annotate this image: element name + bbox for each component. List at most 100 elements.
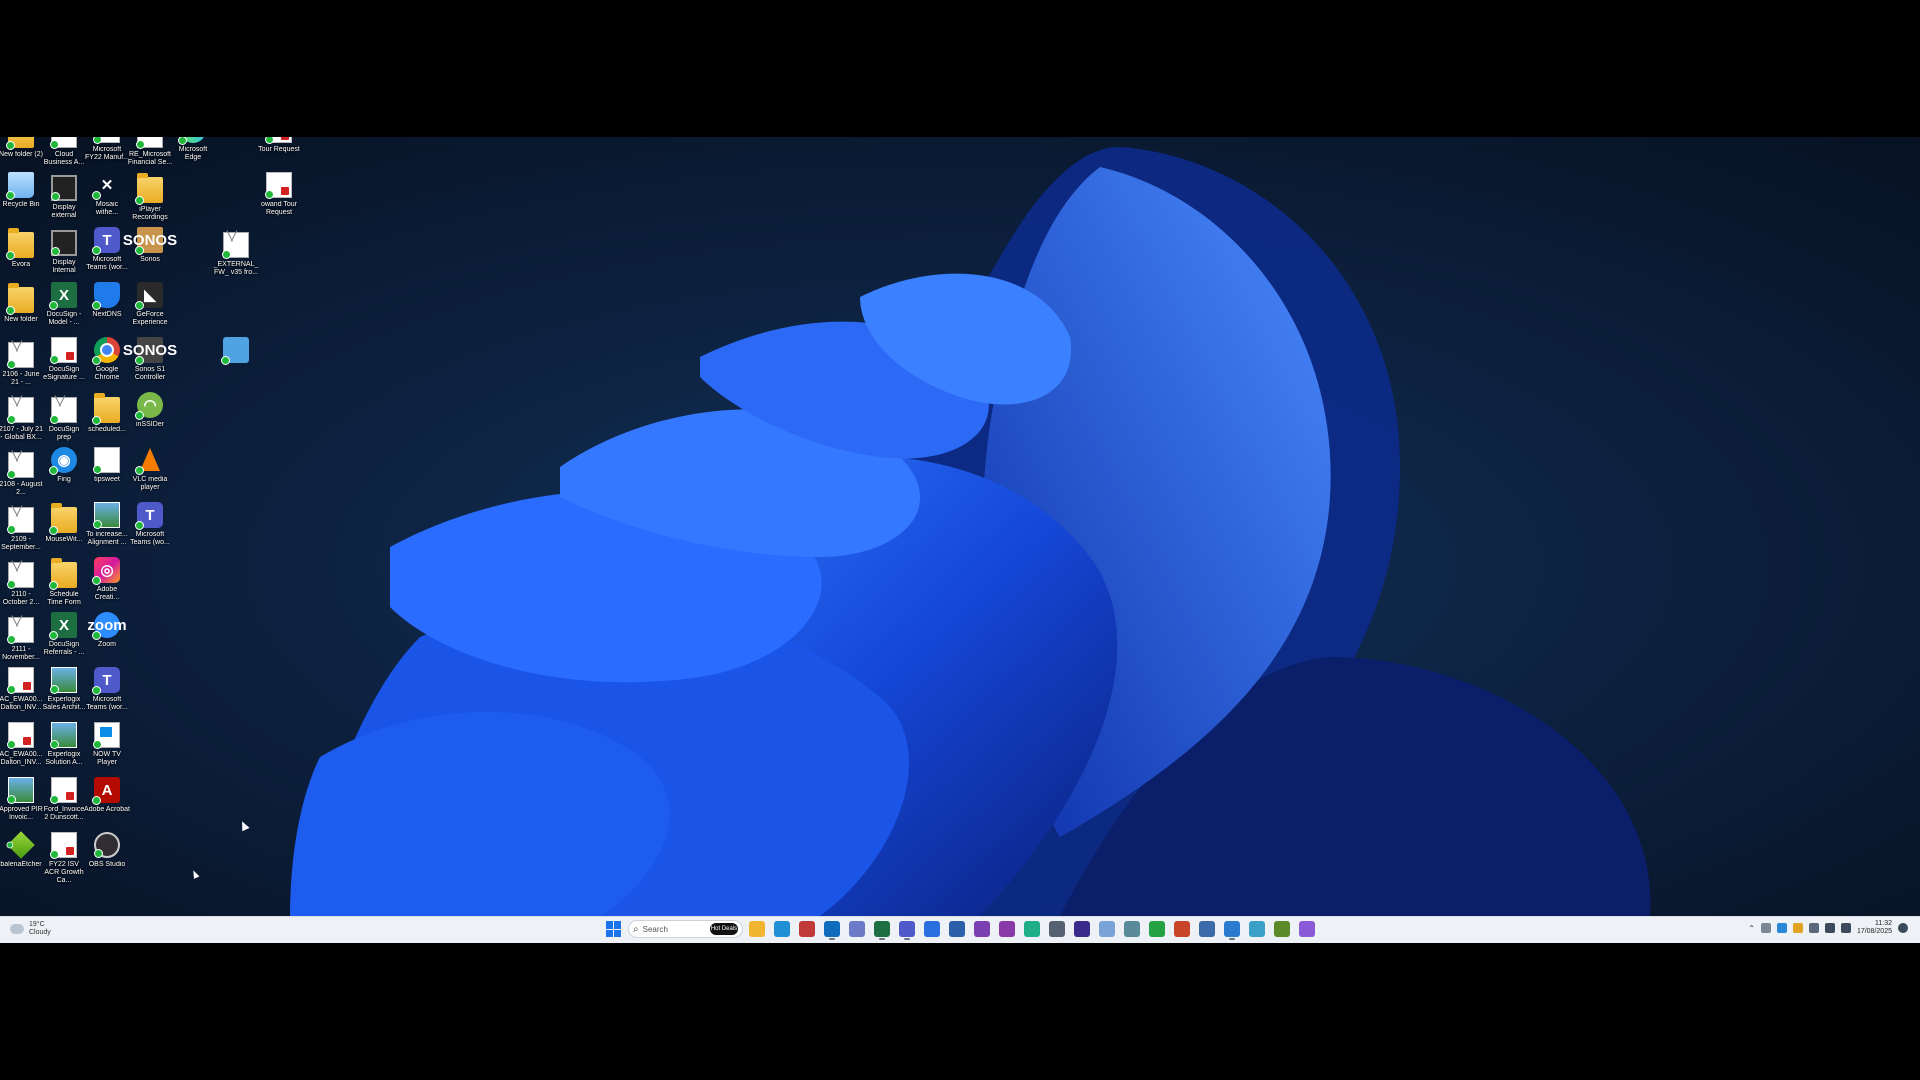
desktop-icon[interactable]: DocuSign prep xyxy=(43,392,85,442)
desktop-icon[interactable]: OBS Studio xyxy=(86,832,128,869)
desktop-icon[interactable]: A Adobe Acrobat xyxy=(84,777,130,814)
chevron-up-icon[interactable]: ⌃ xyxy=(1748,924,1755,933)
word-icon[interactable] xyxy=(949,921,965,937)
desktop-icon[interactable]: scheduled... xyxy=(86,392,128,434)
desktop-icon[interactable]: MouseWit... xyxy=(43,502,85,544)
calculator-icon[interactable] xyxy=(1124,921,1140,937)
todo-icon[interactable] xyxy=(924,921,940,937)
photos-icon[interactable] xyxy=(1099,921,1115,937)
file-explorer-icon[interactable] xyxy=(749,921,765,937)
weather-condition: Cloudy xyxy=(29,929,51,936)
desktop-icon[interactable] xyxy=(215,337,257,366)
desktop-icon[interactable]: tipsweet xyxy=(86,447,128,484)
desktop-icon[interactable]: Google Chrome xyxy=(86,337,128,382)
desktop-icon-label: DocuSign Referrals - ... xyxy=(43,641,85,656)
desktop-icon[interactable]: Recycle Bin xyxy=(0,172,42,209)
desktop-icon[interactable]: Microsoft FY22 Manuf... xyxy=(85,137,129,162)
desktop-icon[interactable]: AC_EWA00... Dalton_INV... xyxy=(0,667,42,712)
notepad-icon[interactable] xyxy=(1199,921,1215,937)
desktop-icon[interactable]: FY22 ISV ACR Growth Ca... xyxy=(43,832,85,885)
desktop-icon[interactable]: ◠ inSSIDer xyxy=(129,392,171,429)
cloud-icon xyxy=(10,924,24,934)
desktop-icon[interactable]: Experlogix Sales Archit... xyxy=(43,667,85,712)
edge-2-icon[interactable] xyxy=(1024,921,1040,937)
desktop-icon[interactable]: Approved PIR Invoic... xyxy=(0,777,43,822)
desktop-icon[interactable]: X DocuSign - Model - ... xyxy=(43,282,85,327)
desktop-icon[interactable]: NextDNS xyxy=(86,282,128,319)
whatsapp-icon[interactable] xyxy=(1149,921,1165,937)
network-icon[interactable] xyxy=(1824,923,1835,933)
desktop-icon[interactable]: DocuSign eSignature ... xyxy=(43,337,85,382)
desktop-icon[interactable]: To increase... Alignment ... xyxy=(86,502,128,547)
desktop-icon[interactable]: Evora xyxy=(0,227,42,269)
desktop-icon[interactable]: Microsoft Edge xyxy=(172,137,214,162)
onenote-icon[interactable] xyxy=(974,921,990,937)
desktop-icon[interactable]: Cloud Business A... xyxy=(43,137,85,167)
pinned-apps xyxy=(749,921,1315,940)
app-red-icon[interactable] xyxy=(799,921,815,937)
desktop-icon[interactable]: iPlayer Recordings xyxy=(129,172,171,222)
desktop-icon[interactable]: ✕ Mosaic withe... xyxy=(86,172,128,217)
desktop-icon[interactable]: VLC media player xyxy=(129,447,171,492)
desktop-icon[interactable]: Schedule Time Form xyxy=(43,557,85,607)
desktop-icon[interactable]: 2109 - September... xyxy=(0,502,42,552)
sync-status-icon xyxy=(222,250,231,259)
app-cyan-icon[interactable] xyxy=(1249,921,1265,937)
desktop-icon[interactable]: 2106 - June 21 - ... xyxy=(0,337,42,387)
desktop-icon[interactable]: zoom Zoom xyxy=(86,612,128,649)
desktop-icon[interactable]: Display Internal xyxy=(43,227,85,275)
desktop-icon[interactable]: SONOS Sonos xyxy=(123,227,177,264)
speaker-icon[interactable] xyxy=(1840,923,1851,933)
app-purple-icon[interactable] xyxy=(1074,921,1090,937)
desktop-icon[interactable]: SONOS Sonos S1 Controller xyxy=(123,337,177,382)
desktop-icon[interactable]: balenaEtcher xyxy=(0,831,42,869)
desktop-icon-label: 2111 - November... xyxy=(2,646,40,661)
desktop-icon[interactable]: X DocuSign Referrals - ... xyxy=(43,612,85,657)
start-button[interactable] xyxy=(606,921,622,937)
desktop-icon[interactable]: Ford_Invoice 2 Dunscott... xyxy=(43,777,85,822)
settings-icon[interactable] xyxy=(849,921,865,937)
desktop-icon[interactable]: ◎ Adobe Creati... xyxy=(86,557,128,602)
desktop-icon[interactable]: ◉ Fing xyxy=(43,447,85,484)
onenote-2-icon[interactable] xyxy=(999,921,1015,937)
app-gray-icon[interactable] xyxy=(1049,921,1065,937)
desktop-icon-label: Microsoft FY22 Manuf... xyxy=(85,146,129,161)
desktop-icon[interactable]: T Microsoft Teams (wo... xyxy=(129,502,171,547)
desktop-icon[interactable]: AC_EWA00... Dalton_INV... xyxy=(0,722,42,767)
desktop-icon-label: DocuSign - Model - ... xyxy=(46,311,82,326)
powerpoint-icon[interactable] xyxy=(1174,921,1190,937)
tray-app-icon[interactable] xyxy=(1760,923,1771,933)
desktop-icon[interactable]: owand Tour Request xyxy=(258,172,300,217)
desktop-icon[interactable]: 2108 - August 2... xyxy=(0,447,43,497)
desktop-icon[interactable]: New folder xyxy=(0,282,42,324)
desktop-icon[interactable]: _EXTERNAL_ FW_ v35 fro... xyxy=(214,227,259,277)
clock[interactable]: 11:32 17/08/2025 xyxy=(1857,920,1892,936)
snip-icon[interactable] xyxy=(1224,921,1240,940)
taskbar-search[interactable]: ⌕ Search Hot Deals xyxy=(628,920,743,938)
desktop-icon[interactable]: RE_Microsoft Financial Se... xyxy=(128,137,172,167)
desktop-icon[interactable]: 2110 - October 2... xyxy=(0,557,42,607)
tray-app-icon[interactable] xyxy=(1792,923,1803,933)
excel-icon[interactable] xyxy=(874,921,890,940)
app-green-icon[interactable] xyxy=(1274,921,1290,937)
desktop-icon[interactable]: Display external xyxy=(43,172,85,220)
desktop-icon[interactable]: 2111 - November... xyxy=(0,612,42,662)
weather-widget[interactable]: 19°C Cloudy xyxy=(10,921,51,937)
tray-app-icon[interactable] xyxy=(1808,923,1819,933)
desktop-icon[interactable]: T Microsoft Teams (wor... xyxy=(86,667,128,712)
desktop-icon[interactable]: NOW TV Player xyxy=(86,722,128,767)
desktop-icon[interactable]: ◣ GeForce Experience xyxy=(129,282,171,327)
edge-icon[interactable] xyxy=(774,921,790,937)
desktop-icon[interactable]: Tour Request xyxy=(258,137,300,154)
app-violet-icon[interactable] xyxy=(1299,921,1315,937)
desktop-icon[interactable]: Experlogix Solution A... xyxy=(43,722,85,767)
desktop-icon[interactable]: T Microsoft Teams (wor... xyxy=(86,227,128,272)
sync-status-icon xyxy=(50,795,59,804)
desktop-icon[interactable]: 2107 - July 21 - Global BX... xyxy=(0,392,43,442)
teams-icon[interactable] xyxy=(899,921,915,940)
desktop-icon[interactable]: New folder (2) xyxy=(0,137,43,159)
sonos-icon: SONOS xyxy=(123,227,177,255)
outlook-icon[interactable] xyxy=(824,921,840,940)
notification-icon[interactable] xyxy=(1898,923,1908,933)
onedrive-icon[interactable] xyxy=(1776,923,1787,933)
